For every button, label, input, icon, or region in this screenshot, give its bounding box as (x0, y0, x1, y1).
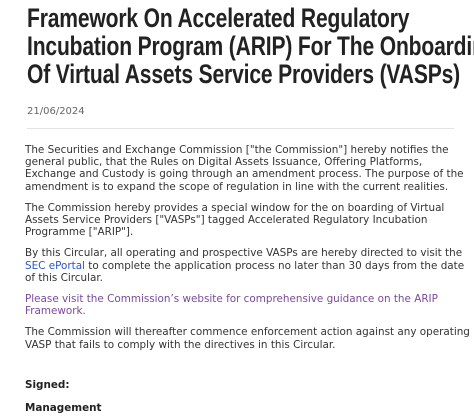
title-line: Of Virtual Assets Service Providers (VAS… (27, 59, 461, 89)
title-line: Incubation Program (ARIP) For The Onboar… (27, 31, 474, 61)
paragraph-text: to complete the application process no l… (25, 259, 465, 284)
page-title: Framework On Accelerated Regulatory Incu… (27, 4, 474, 88)
arip-guidance-link[interactable]: Please visit the Commission’s website fo… (25, 293, 438, 317)
paragraph: By this Circular, all operating and pros… (25, 247, 470, 284)
paragraph-text: By this Circular, all operating and pros… (25, 247, 463, 260)
sec-eportal-link[interactable]: SEC ePortal (25, 260, 85, 272)
paragraph: The Commission hereby provides a special… (25, 201, 445, 239)
paragraph: The Commission will thereafter commence … (25, 326, 470, 351)
article-body: The Securities and Exchange Commission [… (25, 144, 470, 360)
divider (27, 128, 454, 129)
signed-label: Signed: (25, 379, 70, 391)
title-line: Framework On Accelerated Regulatory (27, 3, 410, 33)
paragraph: The Securities and Exchange Commission [… (25, 144, 464, 193)
signatory: Management (25, 402, 102, 414)
publish-date: 21/06/2024 (27, 106, 85, 117)
